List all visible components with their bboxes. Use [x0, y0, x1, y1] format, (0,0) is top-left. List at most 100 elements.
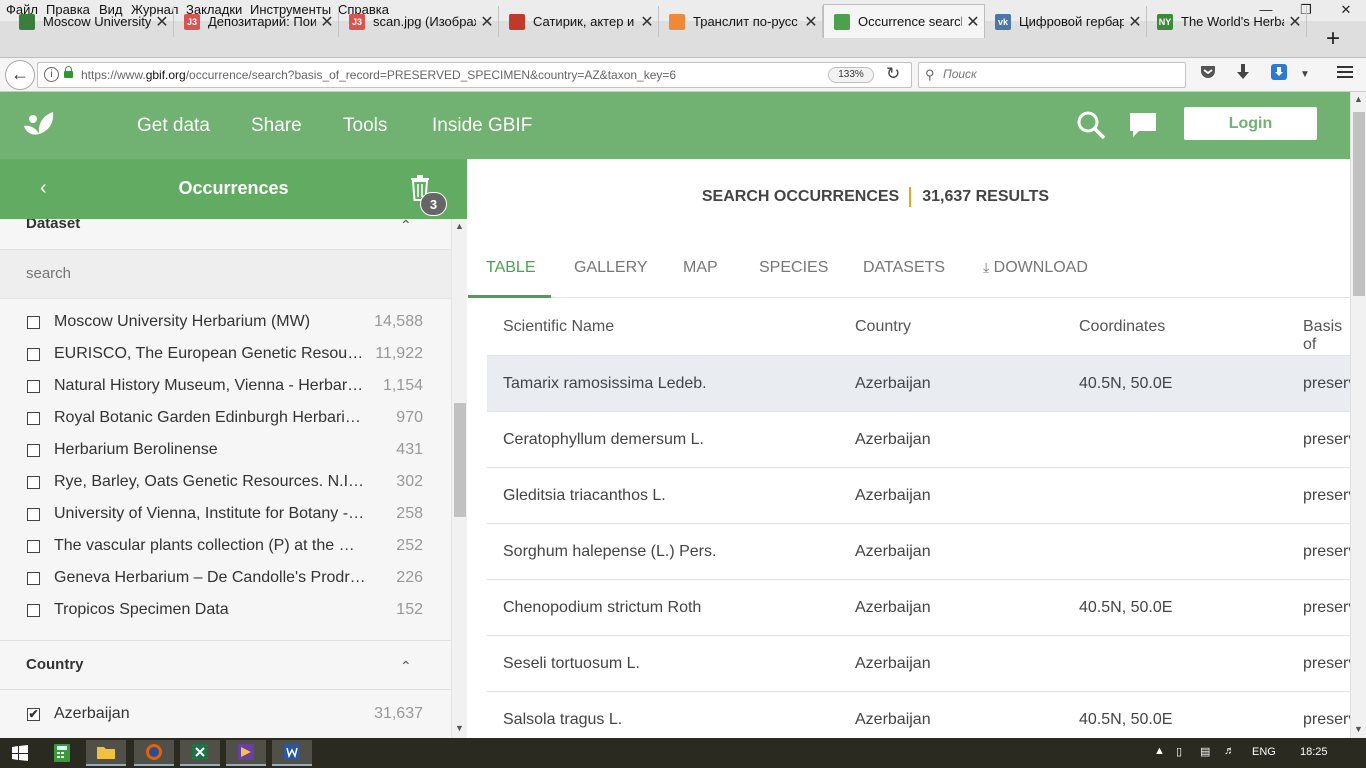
tab-map[interactable]: MAP: [683, 259, 718, 277]
tab-gallery[interactable]: GALLERY: [574, 259, 648, 277]
scroll-up-icon[interactable]: ▲: [455, 221, 464, 231]
login-button[interactable]: Login: [1184, 107, 1317, 140]
feedback-icon[interactable]: [1129, 112, 1157, 138]
table-row[interactable]: Tamarix ramosissima Ledeb. Azerbaijan 40.5…: [487, 355, 1350, 411]
network-icon[interactable]: ▤: [1200, 745, 1210, 758]
close-tab-icon[interactable]: ✕: [1284, 12, 1306, 32]
checkbox[interactable]: [27, 348, 40, 361]
scroll-down-icon[interactable]: ▼: [1354, 724, 1363, 734]
scrollbar-thumb[interactable]: [1353, 112, 1365, 296]
checkbox[interactable]: [27, 412, 40, 425]
dataset-filter-item[interactable]: University of Vienna, Institute for Bota…: [0, 500, 451, 532]
dataset-filter-item[interactable]: Rye, Barley, Oats Genetic Resources. N.I…: [0, 468, 451, 500]
chevron-down-icon[interactable]: ▼: [1294, 64, 1316, 86]
tray-chevron-up-icon[interactable]: ▲: [1154, 745, 1165, 757]
file-explorer-icon[interactable]: [86, 740, 126, 766]
dataset-filter-item[interactable]: Natural History Museum, Vienna - Herbari…: [0, 372, 451, 404]
browser-tab[interactable]: Сатирик, актер и р ✕: [499, 6, 659, 37]
dataset-filter-item[interactable]: EURISCO, The European Genetic Resources …: [0, 340, 451, 372]
close-tab-icon[interactable]: ✕: [800, 12, 822, 32]
tab-download[interactable]: ⤓ DOWNLOAD: [983, 259, 1088, 277]
scroll-down-icon[interactable]: ▼: [455, 723, 464, 733]
close-tab-icon[interactable]: ✕: [151, 12, 173, 32]
system-clock[interactable]: 18:25: [1300, 746, 1328, 758]
tab-table[interactable]: TABLE: [486, 259, 536, 277]
browser-search-input[interactable]: [943, 67, 1173, 81]
dataset-filter-item[interactable]: The vascular plants collection (P) at th…: [0, 532, 451, 564]
close-window-button[interactable]: ✕: [1326, 0, 1366, 21]
scrollbar-thumb[interactable]: [454, 403, 466, 517]
excel-icon[interactable]: [180, 740, 220, 766]
browser-tab[interactable]: vk Цифровой гербар ✕: [985, 6, 1147, 37]
browser-tab[interactable]: J3 Депозитарий: Пои ✕: [174, 6, 339, 37]
volume-icon[interactable]: ♬: [1224, 745, 1235, 757]
table-row[interactable]: Gleditsia triacanthos L. Azerbaijan preser…: [487, 467, 1350, 523]
url-bar[interactable]: i https://www.gbif.org/occurrence/search…: [37, 62, 912, 88]
browser-tab[interactable]: Moscow University ✕: [9, 6, 174, 37]
dataset-filter-item[interactable]: Royal Botanic Garden Edinburgh Herbarium…: [0, 404, 451, 436]
table-row[interactable]: Ceratophyllum demersum L. Azerbaijan prese…: [487, 411, 1350, 467]
dataset-search-input[interactable]: [26, 265, 406, 282]
chevron-up-icon[interactable]: ⌃: [400, 219, 412, 234]
browser-tab[interactable]: J3 scan.jpg (Изображ ✕: [339, 6, 499, 37]
table-row[interactable]: Sorghum halepense (L.) Pers. Azerbaijan pr…: [487, 523, 1350, 579]
dataset-filter-item[interactable]: Geneva Herbarium – De Candolle's Prodrom…: [0, 564, 451, 596]
media-app-icon[interactable]: [226, 740, 266, 766]
tab-datasets[interactable]: DATASETS: [863, 259, 945, 277]
checkbox[interactable]: [27, 444, 40, 457]
nav-inside-gbif[interactable]: Inside GBIF: [432, 115, 532, 137]
zoom-indicator[interactable]: 133%: [828, 67, 874, 83]
nav-get-data[interactable]: Get data: [137, 115, 210, 137]
close-tab-icon[interactable]: ✕: [1124, 12, 1146, 32]
close-tab-icon[interactable]: ✕: [962, 12, 984, 32]
new-tab-button[interactable]: +: [1318, 25, 1348, 55]
browser-search-box[interactable]: ⚲: [918, 62, 1186, 88]
checkbox[interactable]: [27, 540, 40, 553]
download-arrow-icon[interactable]: [1232, 64, 1254, 86]
table-row[interactable]: Chenopodium strictum Roth Azerbaijan 40.5N…: [487, 579, 1350, 635]
pocket-icon[interactable]: [1197, 64, 1219, 86]
close-tab-icon[interactable]: ✕: [476, 12, 498, 32]
table-row[interactable]: Seseli tortuosum L. Azerbaijan preserved s…: [487, 635, 1350, 691]
input-language[interactable]: ENG: [1252, 746, 1276, 758]
dataset-filter-item[interactable]: Moscow University Herbarium (MW) 14,588: [0, 308, 451, 340]
hamburger-menu-icon[interactable]: [1334, 64, 1356, 86]
search-icon[interactable]: [1076, 110, 1106, 140]
info-icon[interactable]: i: [44, 67, 59, 82]
column-header-country[interactable]: Country: [855, 318, 911, 336]
checkbox[interactable]: [27, 476, 40, 489]
checkbox[interactable]: [27, 572, 40, 585]
close-tab-icon[interactable]: ✕: [316, 12, 338, 32]
checkbox[interactable]: [27, 316, 40, 329]
country-section-header[interactable]: Country ⌃: [0, 640, 451, 690]
column-header-coordinates[interactable]: Coordinates: [1079, 318, 1165, 336]
nav-share[interactable]: Share: [251, 115, 302, 137]
word-icon[interactable]: [272, 740, 312, 766]
checkbox[interactable]: [27, 508, 40, 521]
gbif-logo-icon[interactable]: [20, 104, 62, 146]
download-manager-icon[interactable]: [1268, 64, 1290, 86]
tab-species[interactable]: SPECIES: [759, 259, 828, 277]
checkbox[interactable]: [27, 380, 40, 393]
country-filter-item[interactable]: ✔ Azerbaijan 31,637: [0, 700, 451, 732]
back-button[interactable]: ←: [5, 60, 35, 90]
page-scrollbar[interactable]: ▲ ▼: [1350, 92, 1366, 738]
table-row[interactable]: Salsola tragus L. Azerbaijan 40.5N, 50.0E p…: [487, 691, 1350, 738]
browser-tab[interactable]: NY The World's Herba ✕: [1147, 6, 1307, 37]
scroll-up-icon[interactable]: ▲: [1354, 94, 1363, 104]
browser-tab[interactable]: Транслит по-русс ✕: [659, 6, 823, 37]
dataset-filter-item[interactable]: Herbarium Berolinense 431: [0, 436, 451, 468]
nav-tools[interactable]: Tools: [343, 115, 387, 137]
sidebar-scrollbar[interactable]: ▲ ▼: [451, 219, 467, 738]
chevron-up-icon[interactable]: ⌃: [400, 658, 412, 675]
windows-start-icon[interactable]: [0, 740, 40, 766]
dataset-section-title[interactable]: Dataset: [26, 219, 80, 232]
url-text[interactable]: https://www.gbif.org/occurrence/search?b…: [81, 68, 676, 82]
reload-icon[interactable]: ↻: [886, 64, 900, 84]
checkbox[interactable]: ✔: [27, 708, 40, 721]
calculator-icon[interactable]: [42, 740, 82, 766]
device-icon[interactable]: ▯: [1176, 745, 1182, 758]
column-header-scientific-name[interactable]: Scientific Name: [503, 318, 614, 336]
dataset-filter-item[interactable]: Tropicos Specimen Data 152: [0, 596, 451, 628]
close-tab-icon[interactable]: ✕: [636, 12, 658, 32]
